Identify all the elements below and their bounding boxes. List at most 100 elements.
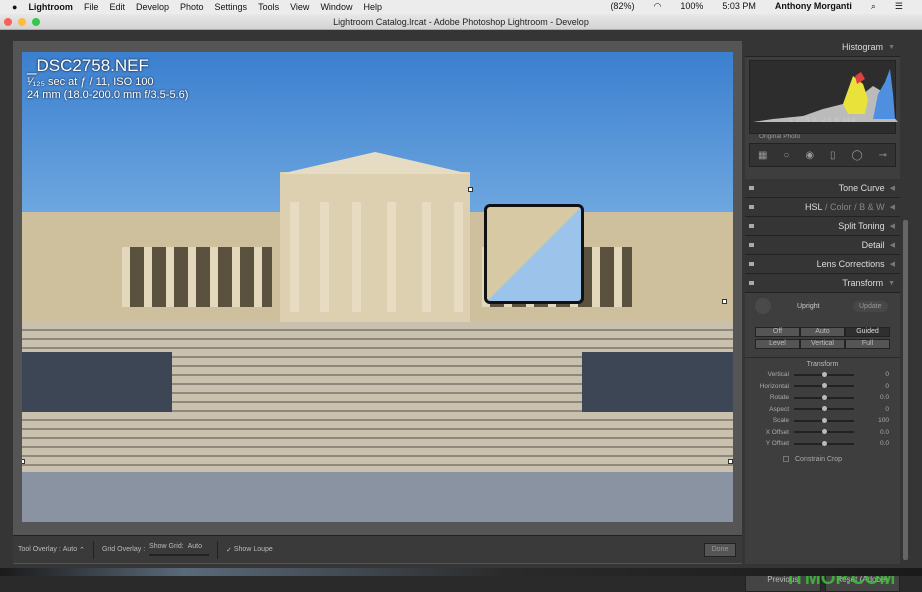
menu-tools[interactable]: Tools bbox=[258, 2, 279, 12]
show-loupe-checkbox[interactable]: ✓ bbox=[226, 546, 232, 554]
tool-overlay-select[interactable]: Auto bbox=[63, 546, 77, 553]
filmstrip-edge bbox=[0, 568, 922, 576]
clock[interactable]: 5:03 PM bbox=[722, 1, 756, 12]
panel-scrollbar[interactable] bbox=[903, 220, 908, 560]
user-name[interactable]: Anthony Morganti bbox=[775, 1, 852, 12]
section-label: Detail bbox=[861, 240, 885, 250]
constrain-crop-label: Constrain Crop bbox=[795, 455, 843, 463]
expand-icon: ◀ bbox=[889, 204, 895, 211]
guide-handle[interactable] bbox=[722, 299, 727, 304]
filename: _DSC2758.NEF bbox=[27, 56, 149, 75]
collapse-icon: ▼ bbox=[888, 279, 895, 287]
section-transform[interactable]: Transform ▼ bbox=[745, 274, 900, 293]
slider-track[interactable] bbox=[794, 371, 854, 377]
slider-thumb[interactable] bbox=[822, 406, 827, 412]
section-label: Split Toning bbox=[838, 221, 885, 231]
upright-level-button[interactable]: Level bbox=[755, 339, 800, 349]
slider-track[interactable] bbox=[794, 417, 854, 423]
menu-window[interactable]: Window bbox=[320, 2, 352, 12]
update-button[interactable]: Update bbox=[853, 300, 888, 312]
minimize-button[interactable] bbox=[18, 18, 26, 26]
grid-size-slider[interactable] bbox=[149, 554, 210, 556]
radial-filter-icon[interactable]: ◯ bbox=[851, 150, 862, 161]
constrain-crop-checkbox[interactable] bbox=[783, 456, 789, 462]
expand-icon: ◀ bbox=[889, 242, 895, 249]
menu-file[interactable]: File bbox=[84, 2, 99, 12]
section-label: Lens Corrections bbox=[816, 259, 885, 269]
color-tab[interactable]: Color bbox=[830, 202, 852, 212]
upright-label: Upright bbox=[797, 302, 820, 310]
upright-auto-button[interactable]: Auto bbox=[800, 327, 845, 337]
zoom-button[interactable] bbox=[32, 18, 40, 26]
menu-view[interactable]: View bbox=[290, 2, 309, 12]
slider-track[interactable] bbox=[794, 440, 854, 446]
menu-photo[interactable]: Photo bbox=[180, 2, 204, 12]
adjustment-brush-icon[interactable]: ⊸ bbox=[879, 150, 887, 161]
guided-tool-icon[interactable] bbox=[755, 298, 771, 314]
slider-track[interactable] bbox=[794, 406, 854, 412]
menu-help[interactable]: Help bbox=[363, 2, 382, 12]
upright-guided-button[interactable]: Guided bbox=[845, 327, 890, 337]
slider-value[interactable]: 0.0 bbox=[859, 394, 889, 401]
guided-upright-loupe bbox=[484, 204, 584, 304]
graduated-filter-icon[interactable]: ▯ bbox=[830, 150, 836, 161]
menu-app[interactable]: Lightroom bbox=[28, 2, 73, 12]
slider-track[interactable] bbox=[794, 383, 854, 389]
hsl-tab[interactable]: HSL bbox=[805, 202, 823, 212]
menu-list-icon[interactable]: ☰ bbox=[895, 1, 903, 12]
slider-value[interactable]: 0.0 bbox=[859, 429, 889, 436]
histogram-header[interactable]: Histogram ▼ bbox=[745, 38, 900, 57]
bw-tab[interactable]: B & W bbox=[859, 202, 885, 212]
grid-overlay-label: Grid Overlay : bbox=[101, 546, 146, 553]
slider-label: X Offset bbox=[765, 428, 789, 436]
red-eye-icon[interactable]: ◉ bbox=[805, 150, 814, 161]
slider-value[interactable]: 0 bbox=[859, 406, 889, 413]
transform-subheading: Transform bbox=[806, 361, 839, 368]
slider-track[interactable] bbox=[794, 429, 854, 435]
slider-label: Horizontal bbox=[759, 382, 789, 390]
slider-thumb[interactable] bbox=[822, 383, 827, 389]
collapse-icon: ▼ bbox=[888, 43, 895, 51]
battery-status[interactable]: 100% bbox=[680, 1, 703, 12]
section-detail[interactable]: Detail ◀ bbox=[745, 236, 900, 255]
slider-thumb[interactable] bbox=[822, 429, 827, 435]
upright-off-button[interactable]: Off bbox=[755, 327, 800, 337]
slider-value[interactable]: 100 bbox=[859, 417, 889, 424]
slider-thumb[interactable] bbox=[822, 394, 827, 400]
show-grid-select[interactable]: Auto bbox=[188, 543, 202, 550]
guide-handle[interactable] bbox=[728, 459, 733, 464]
upright-full-button[interactable]: Full bbox=[845, 339, 890, 349]
menu-settings[interactable]: Settings bbox=[215, 2, 248, 12]
section-hsl[interactable]: HSL / Color / B & W ◀ bbox=[745, 198, 900, 217]
slider-value[interactable]: 0 bbox=[859, 371, 889, 378]
section-tone-curve[interactable]: Tone Curve ◀ bbox=[745, 179, 900, 198]
slider-thumb[interactable] bbox=[822, 417, 827, 423]
close-button[interactable] bbox=[4, 18, 12, 26]
slider-value[interactable]: 0.0 bbox=[859, 440, 889, 447]
slider-track[interactable] bbox=[794, 394, 854, 400]
wifi-icon[interactable]: ◠ bbox=[653, 1, 661, 12]
slider-thumb[interactable] bbox=[822, 440, 827, 446]
slider-label: Vertical bbox=[767, 371, 789, 379]
menu-develop[interactable]: Develop bbox=[136, 2, 169, 12]
menu-edit[interactable]: Edit bbox=[109, 2, 125, 12]
battery-percent[interactable]: (82%) bbox=[610, 1, 634, 12]
original-photo-label[interactable]: Original Photo bbox=[759, 133, 900, 140]
toolbar: Tool Overlay : Auto ⌃ Grid Overlay : Sho… bbox=[13, 535, 742, 563]
section-lens-corrections[interactable]: Lens Corrections ◀ bbox=[745, 255, 900, 274]
spot-removal-icon[interactable]: ○ bbox=[783, 150, 789, 161]
search-icon[interactable]: ⌕ bbox=[871, 1, 876, 12]
apple-icon[interactable]: ● bbox=[12, 2, 17, 12]
slider-value[interactable]: 0 bbox=[859, 383, 889, 390]
done-button[interactable]: Done bbox=[704, 543, 736, 557]
upright-vertical-button[interactable]: Vertical bbox=[800, 339, 845, 349]
expand-icon: ◀ bbox=[889, 223, 895, 230]
guide-handle[interactable] bbox=[468, 187, 473, 192]
guide-handle[interactable] bbox=[22, 459, 25, 464]
photo-info-overlay: _DSC2758.NEF ¹⁄₁₂₅ sec at ƒ / 11, ISO 10… bbox=[27, 56, 188, 102]
crop-icon[interactable]: ▦ bbox=[758, 150, 767, 161]
slider-thumb[interactable] bbox=[822, 371, 827, 377]
photo-canvas[interactable]: _DSC2758.NEF ¹⁄₁₂₅ sec at ƒ / 11, ISO 10… bbox=[22, 52, 733, 522]
section-split-toning[interactable]: Split Toning ◀ bbox=[745, 217, 900, 236]
transform-panel: Upright Update Off Auto Guided Level Ver… bbox=[745, 293, 900, 463]
